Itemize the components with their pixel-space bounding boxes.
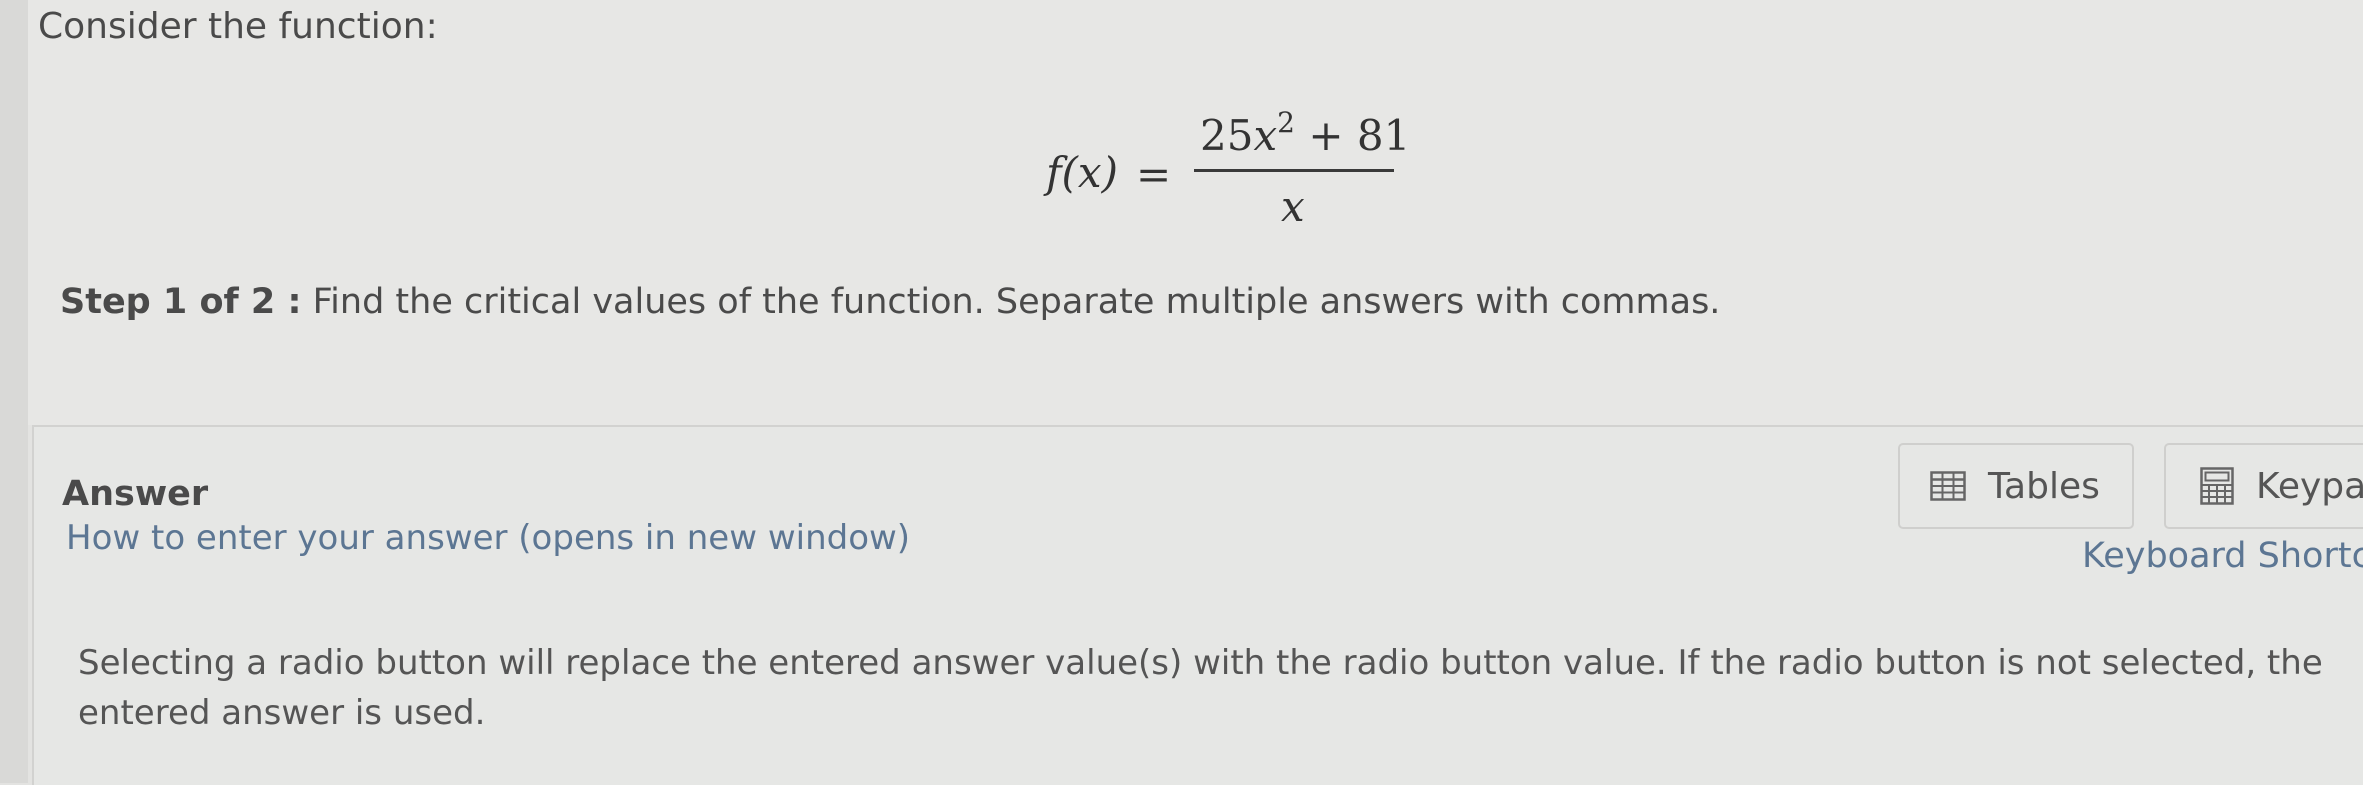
step-text: Find the critical values of the function… (301, 282, 1721, 322)
numerator-var: x (1253, 111, 1278, 160)
numerator-rest: + 81 (1294, 111, 1411, 160)
left-gutter (0, 0, 28, 783)
answer-title: Answer (62, 474, 209, 514)
tables-button[interactable]: Tables (1898, 443, 2134, 529)
fraction-bar (1194, 169, 1394, 172)
keypad-button[interactable]: Keypa (2164, 443, 2363, 529)
question-intro: Consider the function: (38, 6, 438, 47)
keyboard-shortcuts-link[interactable]: Keyboard Shortc (2082, 536, 2363, 576)
numerator-exponent: 2 (1277, 106, 1295, 139)
step-instructions: Step 1 of 2 : Find the critical values o… (60, 282, 1720, 322)
tables-button-label: Tables (1988, 465, 2100, 507)
radio-button-note: Selecting a radio button will replace th… (78, 643, 2323, 733)
how-to-enter-answer-link[interactable]: How to enter your answer (opens in new w… (66, 518, 910, 558)
step-label: Step 1 of 2 : (60, 282, 302, 322)
formula-lhs: f(x) (1046, 148, 1119, 197)
formula-denominator: x (1281, 182, 1305, 231)
calculator-icon (2200, 467, 2234, 505)
question-panel (28, 0, 2363, 425)
table-grid-icon (1930, 471, 1966, 501)
formula-numerator: 25x2 + 81 (1200, 106, 1410, 160)
numerator-coef: 25 (1200, 111, 1254, 160)
formula-equals: = (1136, 150, 1172, 199)
keypad-button-label: Keypa (2256, 465, 2363, 507)
